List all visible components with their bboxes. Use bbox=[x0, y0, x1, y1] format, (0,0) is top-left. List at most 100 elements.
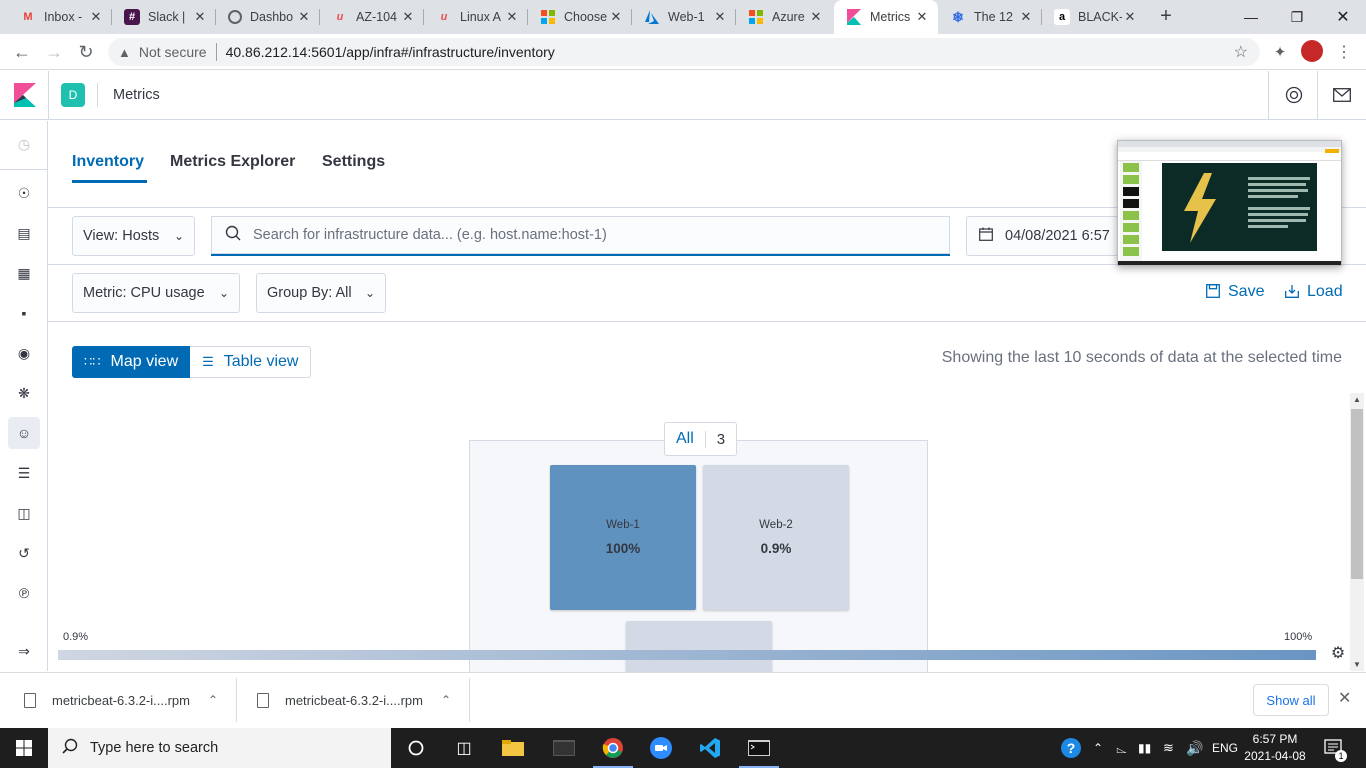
browser-tab[interactable]: Web-1 ✕ bbox=[632, 0, 736, 34]
reload-icon[interactable]: ↻ bbox=[72, 38, 100, 66]
close-icon[interactable]: ✕ bbox=[504, 9, 520, 25]
close-icon[interactable]: ✕ bbox=[296, 9, 312, 25]
save-button[interactable]: Save bbox=[1206, 283, 1264, 301]
dashboard-icon[interactable]: ▦ bbox=[12, 261, 36, 285]
chrome-icon[interactable] bbox=[589, 728, 637, 768]
collapse-menu-icon[interactable]: ⇒ bbox=[12, 639, 36, 663]
discover-compass-icon[interactable]: ☉ bbox=[12, 181, 36, 205]
security-indicator[interactable]: Not secure bbox=[139, 44, 207, 60]
browser-tab[interactable]: u AZ-104 ✕ bbox=[320, 0, 424, 34]
breadcrumb-app-title[interactable]: Metrics bbox=[113, 87, 160, 103]
profile-avatar[interactable] bbox=[1301, 40, 1323, 62]
forward-arrow-icon[interactable]: → bbox=[40, 38, 68, 66]
scroll-down-arrow-icon[interactable]: ▼ bbox=[1350, 660, 1364, 669]
close-icon[interactable]: ✕ bbox=[808, 9, 824, 25]
tray-chevron-up-icon[interactable]: ⌃ bbox=[1093, 728, 1103, 768]
url-text[interactable]: 40.86.212.14:5601/app/infra#/infrastruct… bbox=[226, 44, 555, 60]
legend-settings-gear-icon[interactable]: ⚙ bbox=[1328, 643, 1348, 663]
help-lifebuoy-icon[interactable] bbox=[1282, 83, 1306, 107]
group-by-select[interactable]: Group By: All ⌄ bbox=[256, 273, 386, 313]
bookmark-star-icon[interactable]: ☆ bbox=[1234, 42, 1248, 62]
microphone-icon[interactable]: ⌳ bbox=[1116, 728, 1127, 768]
tab-inventory[interactable]: Inventory bbox=[72, 153, 144, 171]
scrollbar-thumb[interactable] bbox=[1351, 409, 1363, 579]
download-item[interactable]: metricbeat-6.3.2-i....rpm ⌃ bbox=[257, 672, 451, 728]
browser-tab[interactable]: ❄ The 12 ✕ bbox=[938, 0, 1042, 34]
metrics-icon[interactable]: ☺ bbox=[8, 417, 40, 449]
metric-select[interactable]: Metric: CPU usage ⌄ bbox=[72, 273, 240, 313]
tab-metrics-explorer[interactable]: Metrics Explorer bbox=[170, 153, 295, 171]
mail-icon[interactable] bbox=[1330, 83, 1354, 107]
chevron-up-icon[interactable]: ⌃ bbox=[441, 693, 451, 707]
chevron-up-icon[interactable]: ⌃ bbox=[208, 693, 218, 707]
logs-icon[interactable]: ☰ bbox=[12, 461, 36, 485]
date-picker[interactable]: 04/08/2021 6:57 bbox=[966, 216, 1126, 256]
browser-tab[interactable]: # Slack | ✕ bbox=[112, 0, 216, 34]
taskbar-clock[interactable]: 6:57 PM 2021-04-08 bbox=[1240, 731, 1310, 765]
view-select[interactable]: View: Hosts ⌄ bbox=[72, 216, 195, 256]
search-input[interactable]: Search for infrastructure data... (e.g. … bbox=[211, 216, 950, 256]
browser-tab-active[interactable]: Metrics ✕ bbox=[834, 0, 938, 34]
load-button[interactable]: Load bbox=[1285, 283, 1343, 301]
new-tab-plus-icon[interactable]: + bbox=[1154, 5, 1178, 29]
close-icon[interactable]: ✕ bbox=[88, 9, 104, 25]
notification-center-icon[interactable]: 1 bbox=[1324, 728, 1347, 768]
scroll-up-arrow-icon[interactable]: ▲ bbox=[1350, 395, 1364, 404]
ml-icon[interactable]: ❋ bbox=[12, 381, 36, 405]
extensions-puzzle-icon[interactable]: ✦ bbox=[1266, 38, 1294, 66]
window-close-icon[interactable]: ✕ bbox=[1320, 0, 1366, 34]
group-name[interactable]: All bbox=[665, 430, 705, 448]
language-indicator[interactable]: ENG bbox=[1212, 728, 1238, 768]
close-icon[interactable]: ✕ bbox=[914, 9, 930, 25]
browser-tab[interactable]: Choose ✕ bbox=[528, 0, 632, 34]
canvas-icon[interactable]: ▪ bbox=[12, 301, 36, 325]
space-avatar[interactable]: D bbox=[61, 83, 85, 107]
battery-icon[interactable]: ▮▮ bbox=[1138, 728, 1151, 768]
browser-tab[interactable]: Dashbo ✕ bbox=[216, 0, 320, 34]
vscode-icon[interactable] bbox=[686, 728, 734, 768]
siem-icon[interactable]: ℗ bbox=[12, 581, 36, 605]
map-view-button[interactable]: ∷∷ Map view bbox=[72, 346, 191, 378]
close-icon[interactable]: ✕ bbox=[608, 9, 624, 25]
browser-tab[interactable]: u Linux A ✕ bbox=[424, 0, 528, 34]
restore-icon[interactable]: ❐ bbox=[1274, 0, 1320, 34]
taskbar-search-input[interactable]: Type here to search bbox=[48, 728, 391, 768]
browser-tab[interactable]: Azure - ✕ bbox=[736, 0, 832, 34]
table-view-button[interactable]: ☰ Table view bbox=[190, 346, 312, 378]
volume-icon[interactable]: 🔊 bbox=[1186, 728, 1203, 768]
uptime-icon[interactable]: ↺ bbox=[12, 541, 36, 565]
kibana-logo-icon[interactable] bbox=[14, 83, 36, 107]
address-bar[interactable]: ▲ Not secure 40.86.212.14:5601/app/infra… bbox=[108, 38, 1260, 66]
terminal-app-icon[interactable] bbox=[540, 728, 588, 768]
help-question-icon[interactable]: ? bbox=[1060, 728, 1082, 768]
download-item[interactable]: metricbeat-6.3.2-i....rpm ⌃ bbox=[24, 672, 218, 728]
command-prompt-icon[interactable] bbox=[735, 728, 783, 768]
browser-tab[interactable]: M Inbox - ✕ bbox=[8, 0, 112, 34]
host-node-web-2[interactable]: Web-2 0.9% bbox=[703, 465, 849, 610]
close-icon[interactable]: ✕ bbox=[192, 9, 208, 25]
cortana-circle-icon[interactable] bbox=[392, 728, 440, 768]
recent-clock-icon[interactable]: ◷ bbox=[12, 132, 36, 156]
close-icon[interactable]: ✕ bbox=[400, 9, 416, 25]
file-explorer-icon[interactable] bbox=[489, 728, 537, 768]
minimize-icon[interactable]: — bbox=[1228, 0, 1274, 34]
group-label[interactable]: All 3 bbox=[664, 422, 738, 456]
browser-tab[interactable]: a BLACK- ✕ bbox=[1042, 0, 1146, 34]
task-view-icon[interactable]: ◫ bbox=[440, 728, 488, 768]
back-arrow-icon[interactable]: ← bbox=[8, 38, 36, 66]
host-node-3[interactable] bbox=[626, 621, 772, 672]
close-icon[interactable]: ✕ bbox=[712, 9, 728, 25]
wifi-icon[interactable]: ≋ bbox=[1163, 728, 1174, 768]
browser-menu-dots-icon[interactable]: ⋮ bbox=[1330, 38, 1358, 66]
windows-start-icon[interactable] bbox=[0, 728, 48, 768]
vertical-scrollbar[interactable]: ▲ ▼ bbox=[1350, 393, 1364, 671]
apm-icon[interactable]: ◫ bbox=[12, 501, 36, 525]
zoom-icon[interactable] bbox=[637, 728, 685, 768]
visualize-chart-icon[interactable]: ▤ bbox=[12, 221, 36, 245]
tab-settings[interactable]: Settings bbox=[322, 153, 385, 171]
close-icon[interactable]: ✕ bbox=[1018, 9, 1034, 25]
show-all-downloads-button[interactable]: Show all bbox=[1253, 684, 1329, 716]
host-node-web-1[interactable]: Web-1 100% bbox=[550, 465, 696, 610]
window-preview-thumbnail[interactable] bbox=[1117, 140, 1342, 266]
maps-icon[interactable]: ◉ bbox=[12, 341, 36, 365]
